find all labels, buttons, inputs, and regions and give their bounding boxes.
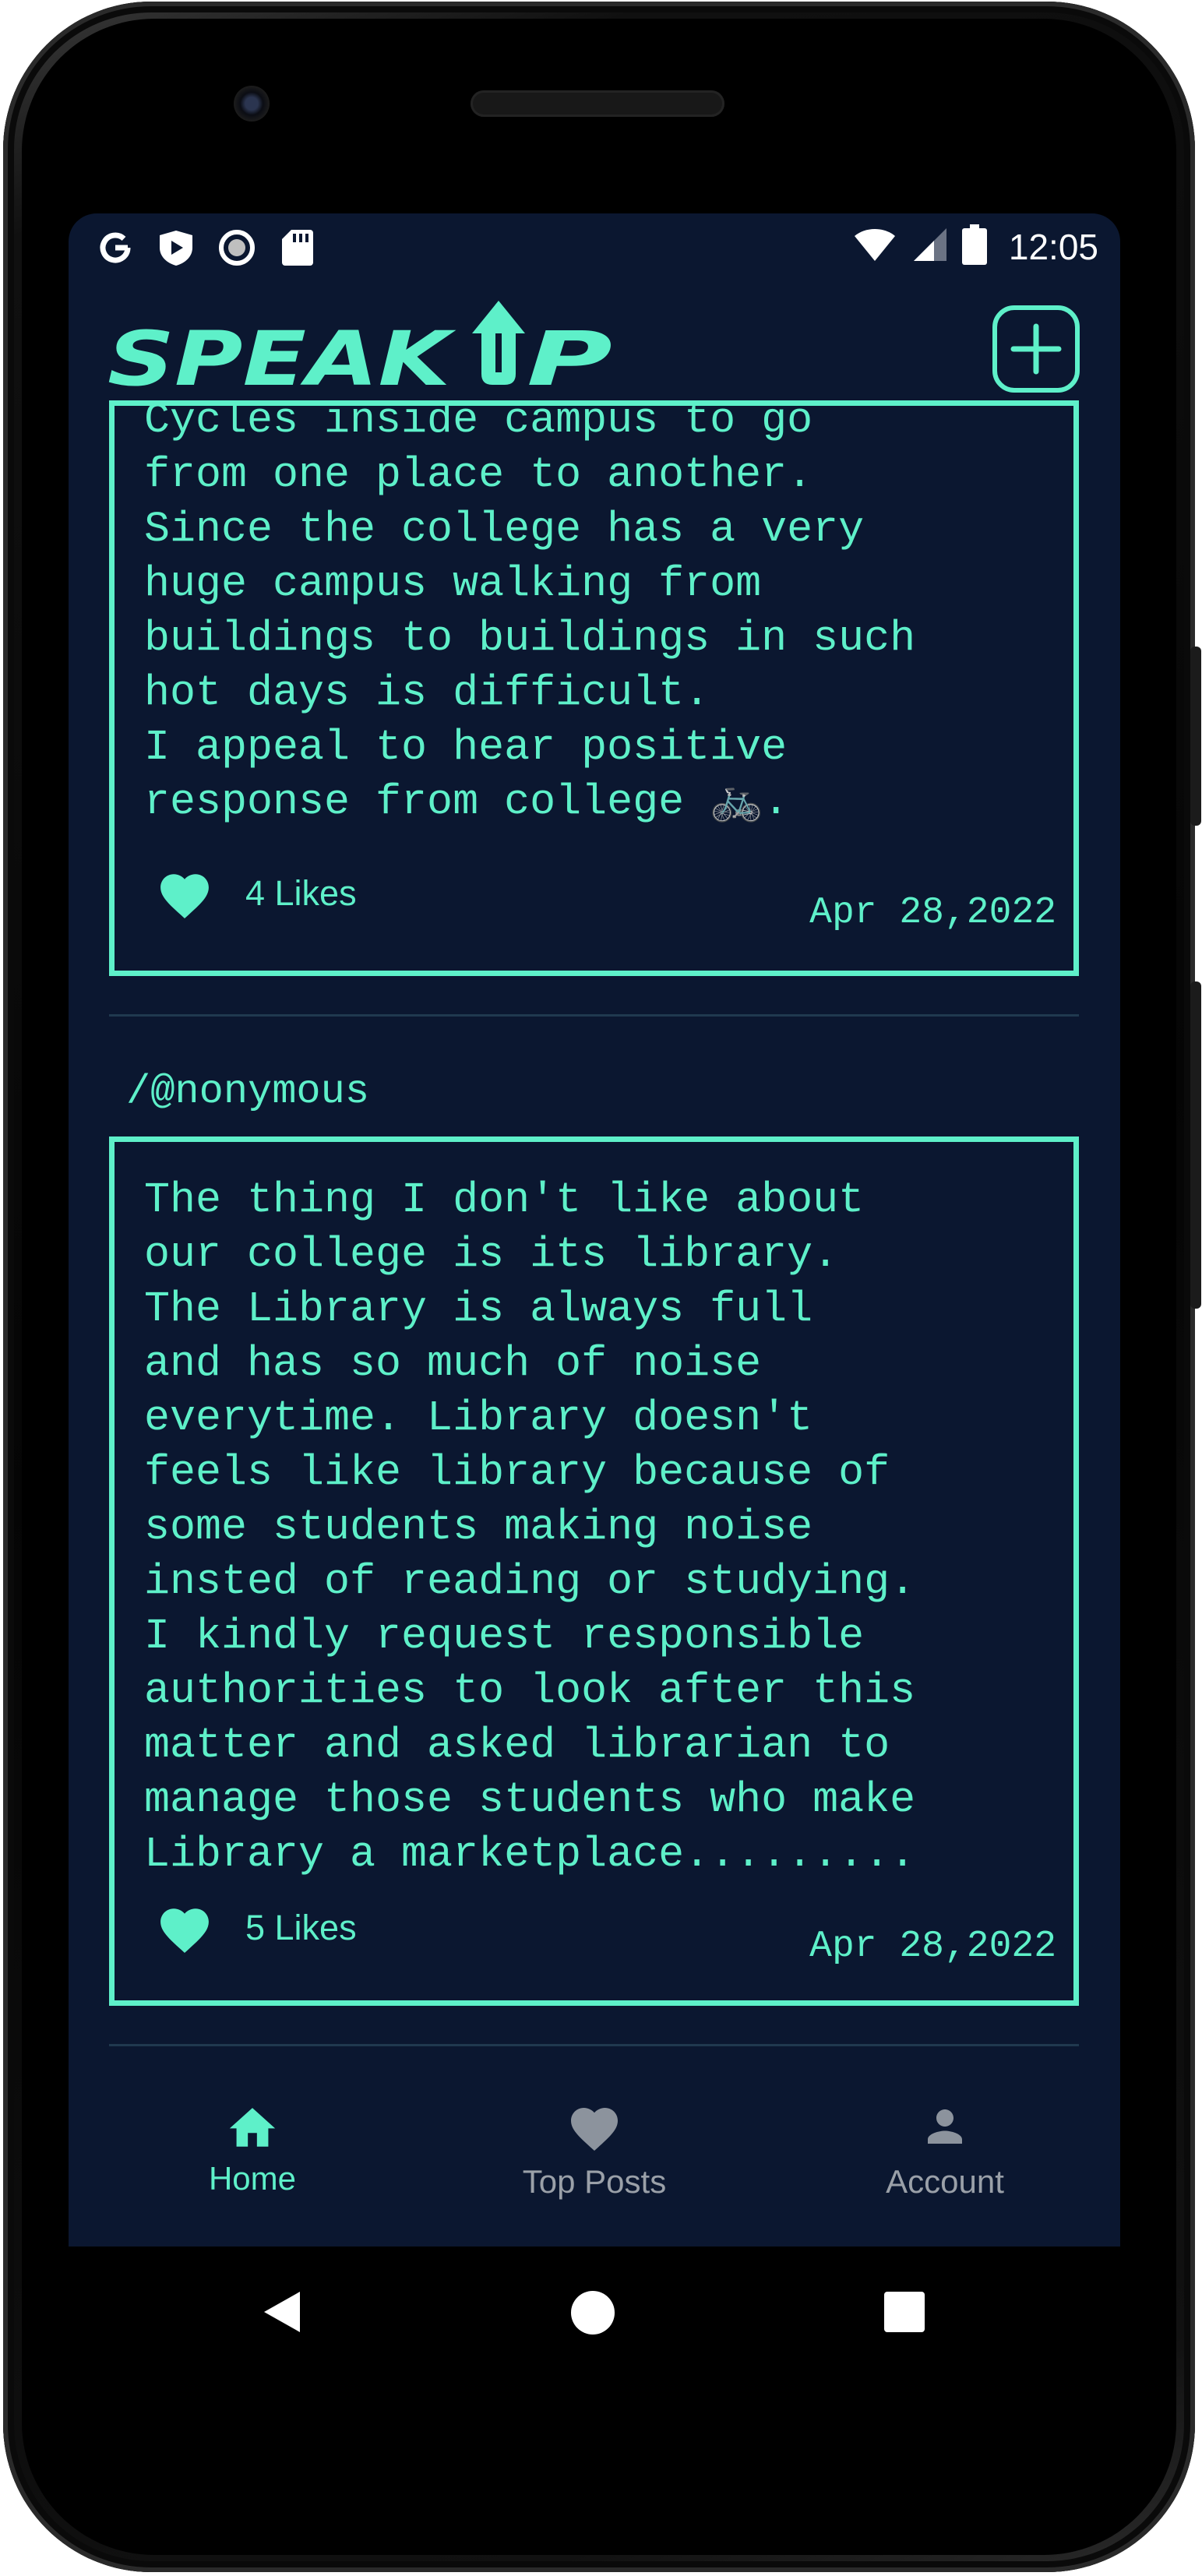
back-icon[interactable] xyxy=(261,2289,303,2335)
signal-icon xyxy=(911,227,948,266)
heart-icon[interactable] xyxy=(155,1901,214,1954)
post-divider xyxy=(109,2044,1079,2046)
likes-count: 5 Likes xyxy=(245,1908,357,1947)
battery-icon xyxy=(961,224,987,269)
person-icon xyxy=(928,2109,962,2144)
wifi-icon xyxy=(853,227,897,266)
likes-count: 4 Likes xyxy=(245,873,357,913)
nav-top-posts[interactable]: Top Posts xyxy=(478,2101,711,2201)
google-g-icon xyxy=(97,229,134,266)
front-camera xyxy=(234,86,270,122)
system-navigation-bar xyxy=(0,2247,1202,2387)
clock: 12:05 xyxy=(1008,226,1098,267)
post-card: Cycles inside campus to go from one plac… xyxy=(109,396,1079,976)
nav-top-posts-label: Top Posts xyxy=(522,2163,667,2200)
nav-account[interactable]: Account xyxy=(828,2101,1062,2201)
record-icon xyxy=(218,229,256,266)
like-group: 4 Likes xyxy=(155,867,357,920)
earpiece-speaker xyxy=(471,90,724,117)
post-text: The thing I don't like about our college… xyxy=(144,1175,916,1879)
like-group: 5 Likes xyxy=(155,1901,357,1954)
post-author: /@nonymous xyxy=(126,1069,370,1115)
post-date: Apr 28,2022 xyxy=(809,892,1056,934)
post-feed[interactable]: Cycles inside campus to go from one plac… xyxy=(69,396,1120,2247)
post-card: The thing I don't like about our college… xyxy=(109,1136,1079,2006)
post-text: Cycles inside campus to go from one plac… xyxy=(144,396,916,826)
status-bar: 12:05 xyxy=(69,213,1120,280)
speak-up-logo: SPEAK P xyxy=(108,296,622,403)
home-icon xyxy=(229,2108,276,2147)
nav-home[interactable]: Home xyxy=(136,2101,369,2197)
add-post-button[interactable] xyxy=(992,305,1080,393)
sd-card-icon xyxy=(279,229,316,266)
app-screen: 12:05 SPEAK P Cycles inside campus to go… xyxy=(69,213,1120,2247)
svg-text:P: P xyxy=(527,315,612,397)
svg-text:SPEAK: SPEAK xyxy=(108,315,456,397)
nav-home-label: Home xyxy=(208,2160,297,2197)
heart-icon xyxy=(571,2108,618,2151)
nav-account-label: Account xyxy=(886,2163,1004,2200)
plus-icon xyxy=(1010,323,1062,375)
recents-icon[interactable] xyxy=(884,2292,925,2332)
home-circle-icon[interactable] xyxy=(570,2290,615,2335)
play-protect-icon xyxy=(157,229,195,266)
post-divider xyxy=(109,1014,1079,1017)
bottom-navigation: Home Top Posts Account xyxy=(69,2071,1120,2247)
heart-icon[interactable] xyxy=(155,867,214,920)
power-button xyxy=(1190,647,1201,826)
post-date: Apr 28,2022 xyxy=(809,1926,1056,1968)
volume-button xyxy=(1190,981,1201,1309)
